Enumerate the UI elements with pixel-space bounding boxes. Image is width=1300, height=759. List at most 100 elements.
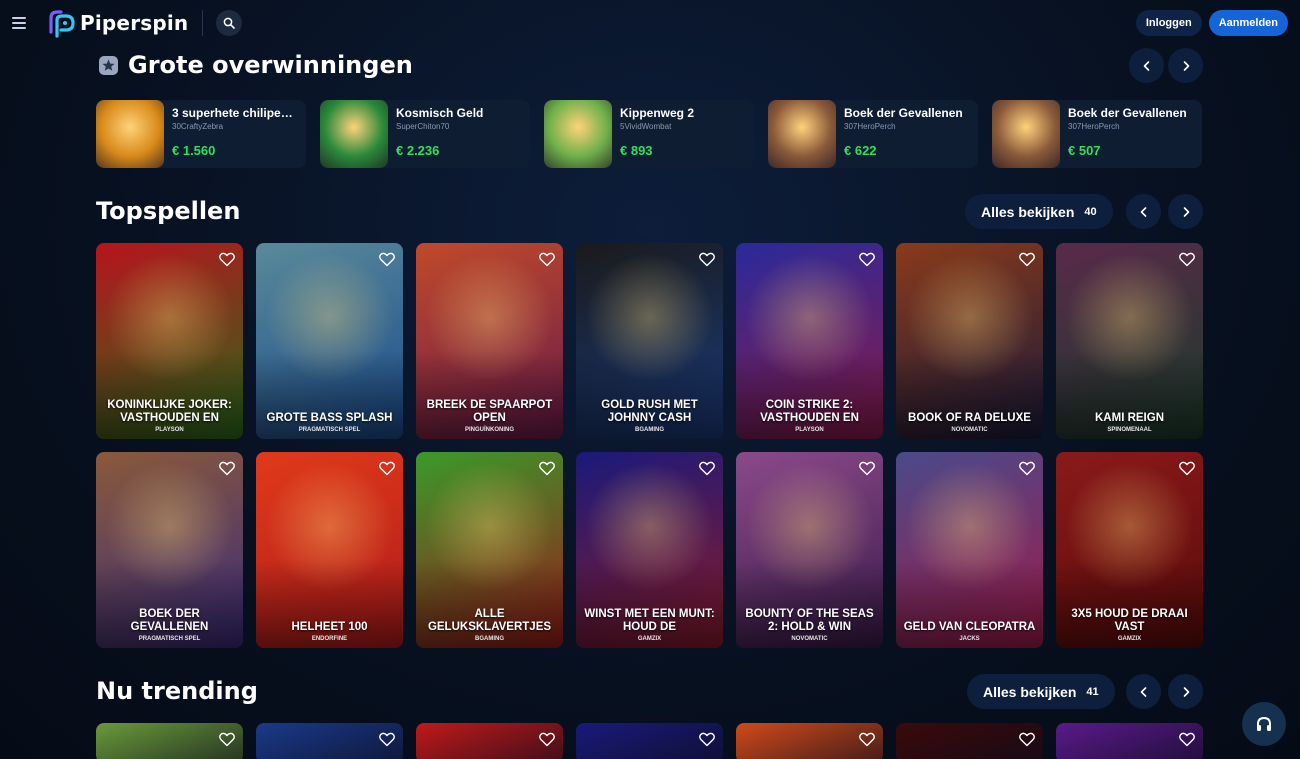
game-provider: Pragmatisch spel [298, 427, 361, 433]
win-card[interactable]: 3 superhete chilipepers 30CraftyZebra € … [96, 100, 306, 168]
win-amount: € 1.560 [172, 143, 216, 158]
win-game-thumbnail [544, 100, 612, 168]
hamburger-icon[interactable] [12, 13, 32, 33]
game-tile[interactable]: Geld van Cleopatra Jacks [896, 452, 1043, 648]
favorite-heart-icon[interactable] [1178, 459, 1196, 477]
game-tile[interactable]: Boek der Gevallenen Pragmatisch spel [96, 452, 243, 648]
favorite-heart-icon[interactable] [698, 730, 716, 748]
game-tile[interactable]: Coin Strike 2: Vasthouden en Playson [736, 243, 883, 439]
game-name: Book of Ra Deluxe [908, 412, 1031, 424]
chevron-right-icon [1183, 60, 1189, 71]
game-provider: Playson [155, 427, 184, 433]
win-amount: € 2.236 [396, 143, 440, 158]
game-tile[interactable]: Alle geluksklavertjes BGaming [416, 452, 563, 648]
game-provider: BGaming [635, 427, 664, 433]
game-tile[interactable]: Breek de spaarpot open Pinguïnkoning [416, 243, 563, 439]
game-name: Breek de spaarpot open [426, 399, 553, 424]
favorite-heart-icon[interactable] [1178, 250, 1196, 268]
game-name: Boek der Gevallenen [130, 608, 209, 633]
favorite-heart-icon[interactable] [1018, 250, 1036, 268]
see-all-count: 40 [1084, 205, 1097, 218]
game-tile[interactable] [416, 723, 563, 759]
win-amount: € 622 [844, 143, 877, 158]
favorite-heart-icon[interactable] [858, 459, 876, 477]
see-all-count: 41 [1086, 685, 1099, 698]
login-button[interactable]: Inloggen [1135, 10, 1202, 36]
favorite-heart-icon[interactable] [378, 250, 396, 268]
favorite-heart-icon[interactable] [538, 250, 556, 268]
game-tile[interactable]: Koninklijke Joker: Vasthouden en Playson [96, 243, 243, 439]
win-amount: € 507 [1068, 143, 1101, 158]
favorite-heart-icon[interactable] [1178, 730, 1196, 748]
favorite-heart-icon[interactable] [1018, 730, 1036, 748]
see-all-label: Alles bekijken [983, 683, 1077, 700]
favorite-heart-icon[interactable] [538, 730, 556, 748]
game-tile[interactable]: Bounty of the Seas 2: Hold & Win Novomat… [736, 452, 883, 648]
win-card[interactable]: Kosmisch Geld SuperChiton70 € 2.236 [320, 100, 530, 168]
chevron-right-icon [1183, 206, 1189, 217]
win-username: 307HeroPerch [1068, 122, 1120, 131]
game-provider: Spinomenaal [1107, 427, 1152, 433]
top-games-prev-button[interactable] [1126, 194, 1161, 229]
game-name: Kami Reign [1095, 412, 1164, 424]
favorite-heart-icon[interactable] [698, 250, 716, 268]
game-provider: Novomatic [951, 427, 988, 433]
game-tile[interactable] [896, 723, 1043, 759]
favorite-heart-icon[interactable] [378, 459, 396, 477]
chevron-right-icon [1183, 686, 1189, 697]
game-name: Winst met een munt: Houd de [584, 608, 715, 633]
game-artwork [256, 452, 403, 648]
game-tile[interactable]: Gold Rush met Johnny Cash BGaming [576, 243, 723, 439]
signup-button[interactable]: Aanmelden [1208, 10, 1288, 36]
game-name: Koninklijke Joker: Vasthouden en [107, 399, 232, 424]
game-tile[interactable]: Helheet 100 Endorfine [256, 452, 403, 648]
game-provider: Playson [795, 427, 824, 433]
favorite-heart-icon[interactable] [538, 459, 556, 477]
headset-icon[interactable] [1242, 702, 1286, 746]
brand-logo[interactable]: Piperspin [46, 8, 188, 38]
trending-see-all-button[interactable]: Alles bekijken 41 [967, 674, 1115, 709]
favorite-heart-icon[interactable] [218, 730, 236, 748]
top-games-see-all-button[interactable]: Alles bekijken 40 [965, 194, 1113, 229]
favorite-heart-icon[interactable] [218, 459, 236, 477]
game-tile[interactable]: Kami Reign Spinomenaal [1056, 243, 1203, 439]
favorite-heart-icon[interactable] [858, 250, 876, 268]
wins-next-button[interactable] [1168, 48, 1203, 83]
trending-title: Nu trending [96, 677, 258, 705]
trending-next-button[interactable] [1168, 674, 1203, 709]
game-name: Gold Rush met Johnny Cash [601, 399, 698, 424]
trending-games-grid [96, 723, 1203, 759]
game-tile[interactable] [96, 723, 243, 759]
game-tile[interactable]: Grote Bass Splash Pragmatisch spel [256, 243, 403, 439]
win-card[interactable]: Kippenweg 2 5VividWombat € 893 [544, 100, 754, 168]
favorite-heart-icon[interactable] [1018, 459, 1036, 477]
favorite-heart-icon[interactable] [218, 250, 236, 268]
top-games-next-button[interactable] [1168, 194, 1203, 229]
game-tile[interactable] [1056, 723, 1203, 759]
chevron-left-icon [1140, 206, 1146, 217]
search-icon[interactable] [216, 10, 243, 36]
wins-prev-button[interactable] [1129, 48, 1164, 83]
game-tile[interactable] [736, 723, 883, 759]
favorite-heart-icon[interactable] [858, 730, 876, 748]
win-amount: € 893 [620, 143, 653, 158]
win-game-thumbnail [992, 100, 1060, 168]
favorite-heart-icon[interactable] [698, 459, 716, 477]
game-tile[interactable] [256, 723, 403, 759]
trending-prev-button[interactable] [1126, 674, 1161, 709]
game-name: Bounty of the Seas 2: Hold & Win [745, 608, 874, 633]
game-provider: Pragmatisch spel [138, 636, 201, 642]
game-tile[interactable]: Winst met een munt: Houd de Gamzix [576, 452, 723, 648]
game-tile[interactable]: 3x5 Houd de draai vast Gamzix [1056, 452, 1203, 648]
win-username: 5VividWombat [620, 122, 672, 131]
game-tile[interactable]: Book of Ra Deluxe Novomatic [896, 243, 1043, 439]
game-artwork [896, 452, 1043, 648]
win-game-thumbnail [320, 100, 388, 168]
favorite-heart-icon[interactable] [378, 730, 396, 748]
win-card[interactable]: Boek der Gevallenen 307HeroPerch € 622 [768, 100, 978, 168]
game-name: Alle geluksklavertjes [427, 608, 552, 633]
game-tile[interactable] [576, 723, 723, 759]
win-card[interactable]: Boek der Gevallenen 307HeroPerch € 507 [992, 100, 1202, 168]
big-wins-list: 3 superhete chilipepers 30CraftyZebra € … [96, 100, 1202, 168]
game-provider: BGaming [475, 636, 504, 642]
